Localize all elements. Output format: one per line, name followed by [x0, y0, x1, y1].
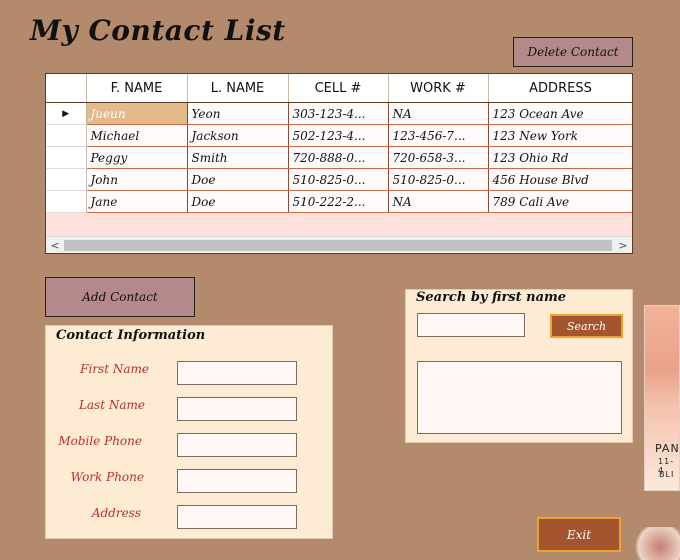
table-cell[interactable]: 720-888-0...	[288, 146, 389, 169]
search-input[interactable]	[418, 314, 524, 337]
table-row[interactable]: Jane Doe 510-222-2... NA 789 Cali Ave	[46, 190, 632, 213]
first-name-input[interactable]	[178, 362, 296, 385]
mobile-phone-input[interactable]	[178, 434, 296, 457]
table-cell[interactable]: Jane	[86, 190, 188, 213]
address-input[interactable]	[178, 506, 296, 529]
table-cell[interactable]: Jueun	[86, 102, 188, 125]
column-header-first-name[interactable]: F. NAME	[86, 74, 188, 103]
table-cell[interactable]: Michael	[86, 124, 188, 147]
address-field[interactable]	[177, 505, 297, 529]
work-phone-label: Work Phone	[70, 470, 144, 484]
search-field[interactable]	[417, 313, 525, 337]
table-cell[interactable]: Doe	[187, 190, 289, 213]
scroll-left-icon[interactable]: <	[47, 237, 63, 253]
row-selector-arrow-icon[interactable]: ▶	[46, 102, 87, 125]
work-phone-field[interactable]	[177, 469, 297, 493]
search-results-textarea[interactable]	[418, 362, 621, 433]
table-cell[interactable]: 720-658-3...	[388, 146, 489, 169]
exit-button[interactable]: Exit	[537, 517, 621, 552]
contacts-grid[interactable]: F. NAME L. NAME CELL # WORK # ADDRESS ▶ …	[45, 73, 633, 254]
grid-header-row: F. NAME L. NAME CELL # WORK # ADDRESS	[46, 74, 632, 103]
row-header[interactable]	[46, 146, 87, 169]
table-row[interactable]: Michael Jackson 502-123-4... 123-456-7..…	[46, 124, 632, 147]
work-phone-input[interactable]	[178, 470, 296, 493]
scrollbar-thumb[interactable]	[64, 240, 612, 251]
table-row[interactable]: John Doe 510-825-0... 510-825-0... 456 H…	[46, 168, 632, 191]
column-header-address[interactable]: ADDRESS	[488, 74, 632, 103]
add-contact-button[interactable]: Add Contact	[45, 277, 195, 317]
search-button[interactable]: Search	[550, 314, 623, 338]
delete-contact-button[interactable]: Delete Contact	[513, 37, 633, 67]
last-name-label: Last Name	[78, 398, 145, 412]
table-cell[interactable]: Jackson	[187, 124, 289, 147]
table-row[interactable]: Peggy Smith 720-888-0... 720-658-3... 12…	[46, 146, 632, 169]
last-name-input[interactable]	[178, 398, 296, 421]
address-label: Address	[91, 506, 141, 520]
table-row[interactable]: ▶ Jueun Yeon 303-123-4... NA 123 Ocean A…	[46, 102, 632, 125]
last-name-field[interactable]	[177, 397, 297, 421]
table-cell[interactable]: John	[86, 168, 188, 191]
search-group: Search by first name	[405, 289, 633, 443]
table-cell[interactable]: Yeon	[187, 102, 289, 125]
mobile-phone-label: Mobile Phone	[58, 434, 142, 448]
table-cell[interactable]: Peggy	[86, 146, 188, 169]
row-header[interactable]	[46, 124, 87, 147]
contact-info-title: Contact Information	[56, 328, 206, 343]
poster-text: PAN	[655, 442, 680, 455]
search-results-box[interactable]	[417, 361, 622, 434]
column-header-last-name[interactable]: L. NAME	[187, 74, 289, 103]
table-cell[interactable]: NA	[388, 190, 489, 213]
table-cell[interactable]: 123 Ohio Rd	[488, 146, 632, 169]
table-cell[interactable]: 303-123-4...	[288, 102, 389, 125]
first-name-field[interactable]	[177, 361, 297, 385]
table-cell[interactable]: NA	[388, 102, 489, 125]
table-cell[interactable]: 456 House Blvd	[488, 168, 632, 191]
decorative-flower-image	[630, 527, 680, 560]
table-cell[interactable]: 510-825-0...	[388, 168, 489, 191]
table-cell[interactable]: 510-222-2...	[288, 190, 389, 213]
row-header-corner	[46, 74, 87, 103]
mobile-phone-field[interactable]	[177, 433, 297, 457]
poster-text: BLI	[659, 470, 675, 479]
table-cell[interactable]: Smith	[187, 146, 289, 169]
horizontal-scrollbar[interactable]: < >	[46, 236, 632, 253]
table-cell[interactable]: 123 New York	[488, 124, 632, 147]
scroll-right-icon[interactable]: >	[615, 237, 631, 253]
table-cell[interactable]: Doe	[187, 168, 289, 191]
table-cell[interactable]: 502-123-4...	[288, 124, 389, 147]
table-cell[interactable]: 789 Cali Ave	[488, 190, 632, 213]
row-header[interactable]	[46, 190, 87, 213]
table-cell[interactable]: 123 Ocean Ave	[488, 102, 632, 125]
column-header-work[interactable]: WORK #	[388, 74, 489, 103]
row-header[interactable]	[46, 168, 87, 191]
contact-info-group: Contact Information First Name Last Name…	[45, 325, 333, 539]
table-cell[interactable]: 123-456-7...	[388, 124, 489, 147]
table-cell[interactable]: 510-825-0...	[288, 168, 389, 191]
decorative-poster-image: PAN 11-4 BLI	[644, 305, 680, 491]
page-title: My Contact List	[30, 14, 286, 47]
column-header-cell[interactable]: CELL #	[288, 74, 389, 103]
first-name-label: First Name	[80, 362, 149, 376]
search-group-title: Search by first name	[416, 290, 567, 305]
